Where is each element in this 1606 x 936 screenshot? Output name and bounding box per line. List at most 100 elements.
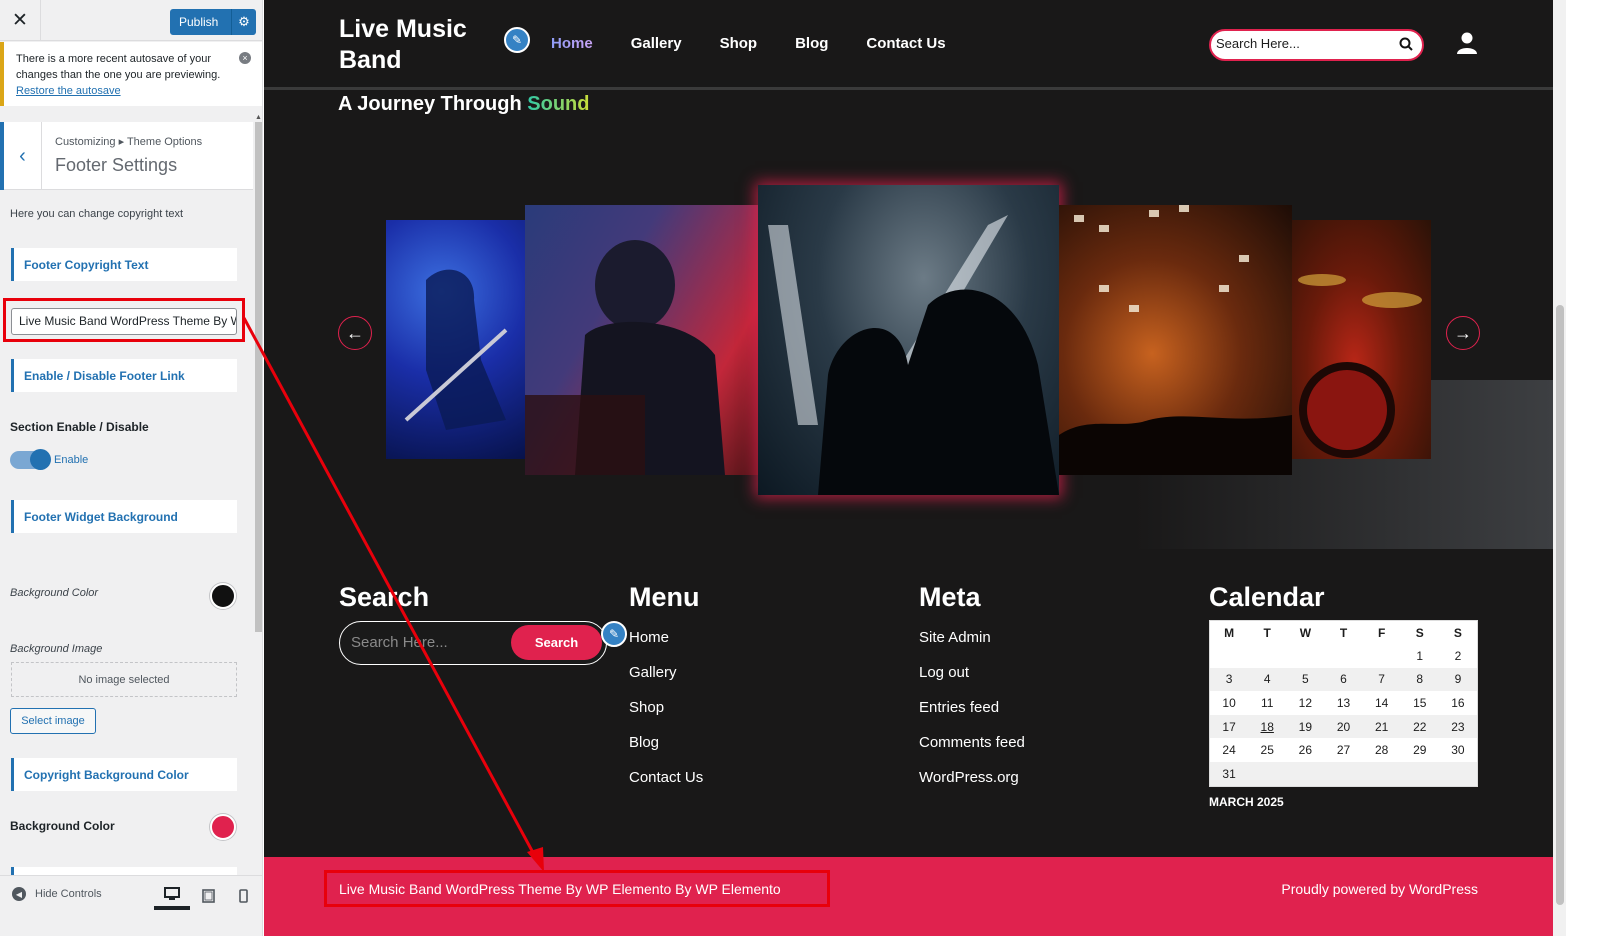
calendar-week-row: 3456789 (1210, 667, 1477, 692)
publish-button[interactable]: Publish ⚙ (170, 9, 256, 35)
user-icon[interactable] (1456, 31, 1478, 55)
customizer-header: ✕ Publish ⚙ (0, 0, 262, 41)
select-image-button[interactable]: Select image (10, 708, 96, 734)
calendar-day: 5 (1286, 667, 1325, 692)
calendar-day: 31 (1210, 761, 1249, 786)
nav-item-shop[interactable]: Shop (720, 35, 758, 52)
desktop-preview-icon[interactable] (154, 882, 190, 910)
hide-controls-button[interactable]: ◀ Hide Controls (12, 887, 102, 901)
copyright-bg-color-swatch[interactable] (210, 814, 236, 840)
footer-menu-item[interactable]: Gallery (629, 664, 677, 681)
gallery-image-stage-lights[interactable] (758, 185, 1059, 495)
footer-meta-item[interactable]: Comments feed (919, 734, 1025, 751)
gallery-next-arrow-icon[interactable]: → (1446, 316, 1480, 350)
nav-item-blog[interactable]: Blog (795, 35, 828, 52)
section-description: Here you can change copyright text (10, 208, 184, 220)
back-icon[interactable]: ‹ (0, 122, 42, 190)
footer-menu-item[interactable]: Blog (629, 734, 659, 751)
calendar-weekday: F (1377, 625, 1386, 640)
header-search-placeholder: Search Here... (1216, 36, 1300, 51)
gallery-image-singer[interactable] (525, 205, 758, 475)
mobile-preview-icon[interactable] (225, 882, 261, 910)
calendar-weekday: T (1339, 625, 1348, 640)
window-edge (1566, 0, 1606, 936)
calendar-day: 28 (1374, 743, 1389, 758)
calendar-days: 1 2 3 4 5 6 7 8 9 10 11 12 13 14 15 16 17 18 19 20 21 22 23 24 2… (1210, 644, 1477, 786)
gear-icon[interactable]: ⚙ (231, 9, 256, 35)
gallery-image-crowd[interactable] (1059, 205, 1292, 475)
footer-meta-item[interactable]: WordPress.org (919, 769, 1019, 786)
nav-item-contact[interactable]: Contact Us (866, 35, 945, 52)
calendar-day: 15 (1413, 695, 1427, 710)
edit-pencil-icon[interactable]: ✎ (504, 27, 530, 53)
footer-meta-item[interactable]: Entries feed (919, 699, 999, 716)
close-icon[interactable]: ✕ (0, 0, 41, 41)
footer-meta-title: Meta (919, 582, 981, 612)
sidebar-scroll-thumb[interactable] (255, 122, 262, 632)
calendar-week-row: 17 18 19 20 21 22 23 (1210, 714, 1477, 739)
footer-menu-item[interactable]: Contact Us (629, 769, 703, 786)
header-search-input[interactable]: Search Here... (1209, 29, 1424, 61)
publish-label[interactable]: Publish (170, 15, 231, 29)
gallery-image-drums[interactable] (1292, 220, 1431, 459)
calendar-day: 30 (1451, 743, 1465, 758)
calendar-day: 29 (1413, 743, 1427, 758)
tablet-preview-icon[interactable] (190, 882, 226, 910)
calendar-day: 14 (1374, 695, 1389, 710)
sidebar-scrollbar[interactable]: ▲ ▼ (253, 112, 262, 886)
breadcrumb: Customizing ▸ Theme Options (55, 136, 203, 148)
footer-calendar-title: Calendar (1209, 582, 1325, 612)
section-enable-toggle[interactable] (10, 449, 51, 470)
calendar-day: 10 (1222, 695, 1236, 710)
calendar-day (1438, 761, 1477, 786)
calendar-day: 25 (1260, 743, 1274, 758)
calendar-weekday: S (1415, 625, 1424, 640)
dismiss-icon[interactable]: × (239, 52, 251, 64)
main-nav: Home Gallery Shop Blog Contact Us (551, 35, 984, 52)
edit-pencil-icon[interactable]: ✎ (601, 621, 627, 647)
calendar-weekday: W (1299, 625, 1312, 640)
calendar-day: 27 (1336, 743, 1351, 758)
calendar-day: 13 (1336, 695, 1351, 710)
calendar-day: 2 (1454, 648, 1462, 663)
nav-item-gallery[interactable]: Gallery (631, 35, 682, 52)
widget-bg-color-swatch[interactable] (210, 583, 236, 609)
calendar-day[interactable]: 18 (1248, 714, 1287, 739)
footer-meta-item[interactable]: Log out (919, 664, 969, 681)
calendar-caption: MARCH 2025 (1209, 795, 1284, 809)
calendar-week-row: 10 11 12 13 14 15 16 (1210, 691, 1477, 715)
widget-bg-color-label: Background Color (10, 587, 99, 599)
gallery-prev-arrow-icon[interactable]: ← (338, 316, 372, 350)
calendar-day: 6 (1324, 667, 1363, 692)
calendar-day (1324, 644, 1362, 668)
footer-search-button[interactable]: Search (511, 625, 602, 660)
gallery-heading-accent: Sound (527, 93, 590, 115)
footer-menu-item[interactable]: Home (629, 629, 669, 646)
search-icon[interactable] (1399, 37, 1413, 55)
hide-controls-label: Hide Controls (35, 888, 102, 900)
calendar-day (1248, 761, 1287, 786)
collapse-icon: ◀ (12, 887, 26, 901)
page-scroll-thumb[interactable] (1556, 305, 1564, 905)
calendar-day: 21 (1362, 714, 1401, 739)
page-scrollbar[interactable] (1553, 0, 1566, 936)
calendar-day: 8 (1400, 667, 1439, 692)
calendar-day: 26 (1298, 743, 1313, 758)
scroll-up-icon[interactable]: ▲ (255, 114, 262, 121)
calendar-day (1248, 644, 1286, 668)
restore-autosave-link[interactable]: Restore the autosave (16, 85, 121, 97)
nav-item-home[interactable]: Home (551, 35, 593, 52)
site-title[interactable]: Live Music Band (339, 14, 489, 76)
gallery-image-guitarist[interactable] (386, 220, 525, 459)
footer-menu-item[interactable]: Shop (629, 699, 664, 716)
calendar-week-row: 31 (1210, 761, 1477, 786)
calendar-week-row: 12 (1210, 644, 1477, 668)
calendar-day (1362, 761, 1401, 786)
customizer-footer: ◀ Hide Controls (0, 875, 262, 936)
footer-meta-item[interactable]: Site Admin (919, 629, 991, 646)
customizer-sidebar: ✕ Publish ⚙ There is a more recent autos… (0, 0, 263, 936)
calendar-day (1286, 644, 1324, 668)
powered-by-link[interactable]: Proudly powered by WordPress (1281, 881, 1478, 897)
toggle-state-label: Enable (54, 454, 89, 466)
calendar-day: 4 (1248, 667, 1287, 692)
